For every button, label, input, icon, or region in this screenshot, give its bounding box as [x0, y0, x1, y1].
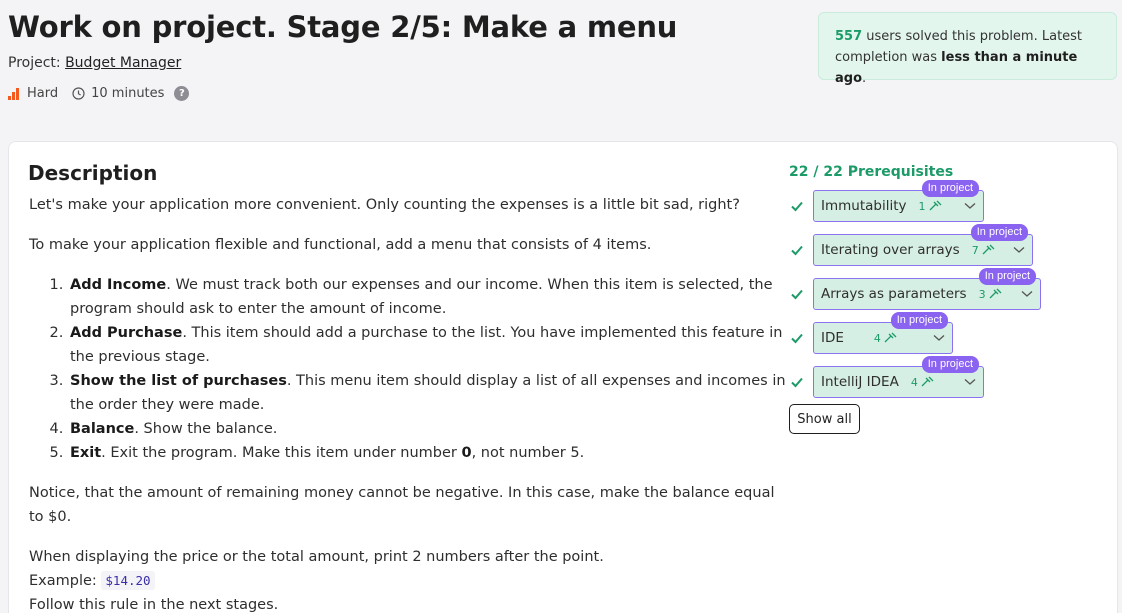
description-follow: Follow this rule in the next stages.: [29, 597, 279, 613]
prerequisite-name: Arrays as parameters: [821, 286, 967, 302]
difficulty-label: Hard: [27, 86, 59, 101]
hammer-icon: [884, 332, 897, 343]
help-icon[interactable]: ?: [174, 86, 190, 101]
prerequisite-item: In project Iterating over arrays 7: [789, 224, 1033, 266]
show-all-button[interactable]: Show all: [789, 404, 860, 434]
in-project-badge: In project: [978, 268, 1036, 285]
prerequisite-name: Immutability: [821, 198, 907, 214]
example-label: Example:: [29, 573, 102, 589]
item-bold: Add Purchase: [70, 325, 183, 341]
item-bold: Balance: [70, 421, 135, 437]
menu-items-list: Add Income. We must track both our expen…: [68, 273, 789, 465]
description-para: To make your application flexible and fu…: [29, 237, 652, 253]
prerequisite-chip[interactable]: In project IDE 4: [813, 312, 953, 354]
item-text: , not number 5.: [471, 445, 585, 461]
chevron-down-icon[interactable]: [964, 202, 976, 210]
level-indicator: 7: [972, 244, 995, 257]
meta-line: Hard 10 minutes ?: [8, 86, 190, 101]
prerequisite-item: In project IntelliJ IDEA 4: [789, 356, 984, 398]
duration-label: 10 minutes: [91, 86, 165, 101]
solved-count: 557: [835, 29, 863, 44]
level-indicator: 1: [919, 200, 942, 213]
prerequisite-item: In project IDE 4: [789, 312, 953, 354]
list-item: Add Purchase. This item should add a pur…: [68, 321, 789, 369]
level-value: 4: [910, 375, 918, 389]
prerequisite-chip[interactable]: In project Arrays as parameters 3: [813, 268, 1041, 310]
chevron-down-icon[interactable]: [1021, 290, 1033, 298]
description-title: Description: [28, 161, 158, 185]
prerequisite-chip[interactable]: In project IntelliJ IDEA 4: [813, 356, 984, 398]
description-intro: Let's make your application more conveni…: [29, 197, 740, 213]
project-prefix: Project:: [8, 55, 66, 71]
check-icon: [789, 242, 805, 258]
in-project-badge: In project: [921, 180, 979, 197]
solved-period: .: [862, 71, 867, 86]
hammer-icon: [982, 244, 995, 255]
level-value: 3: [978, 287, 986, 301]
level-indicator: 3: [979, 288, 1002, 301]
in-project-badge: In project: [970, 224, 1028, 241]
item-bold: Show the list of purchases: [70, 373, 287, 389]
item-text: . Show the balance.: [134, 421, 278, 437]
hammer-icon: [929, 200, 941, 211]
project-link[interactable]: Budget Manager: [65, 55, 181, 71]
list-item: Add Income. We must track both our expen…: [68, 273, 789, 321]
level-value: 1: [918, 199, 926, 213]
prerequisite-name: IntelliJ IDEA: [821, 374, 899, 390]
project-line: Project: Budget Manager: [8, 55, 181, 71]
item-text: . Exit the program. Make this item under…: [101, 445, 462, 461]
chevron-down-icon[interactable]: [964, 378, 976, 386]
solved-info-box: 557 users solved this problem. Latest co…: [818, 12, 1117, 86]
in-project-badge: In project: [890, 312, 948, 329]
clock-icon: [72, 87, 85, 100]
description-display: When displaying the price or the total a…: [29, 549, 604, 565]
prerequisite-item: In project Immutability 1: [789, 180, 984, 222]
prerequisite-name: Iterating over arrays: [821, 242, 960, 258]
difficulty-bars-icon: [8, 87, 19, 100]
prerequisite-name: IDE: [821, 330, 844, 346]
level-indicator: 4: [874, 332, 897, 345]
in-project-badge: In project: [921, 356, 979, 373]
example-code: $14.20: [101, 571, 155, 590]
list-item: Balance. Show the balance.: [68, 417, 789, 441]
check-icon: [789, 330, 805, 346]
prerequisites-header: 22 / 22 Prerequisites: [789, 164, 954, 180]
check-icon: [789, 286, 805, 302]
chevron-down-icon[interactable]: [933, 334, 945, 342]
level-value: 4: [873, 331, 881, 345]
hammer-icon: [921, 376, 934, 387]
prerequisite-item: In project Arrays as parameters 3: [789, 268, 1041, 310]
prerequisite-chip[interactable]: In project Iterating over arrays 7: [813, 224, 1033, 266]
list-item: Exit. Exit the program. Make this item u…: [68, 441, 789, 465]
item-text: . We must track both our expenses and ou…: [70, 277, 773, 317]
item-number: 0: [461, 445, 472, 461]
list-item: Show the list of purchases. This menu it…: [68, 369, 789, 417]
level-value: 7: [971, 243, 979, 257]
item-bold: Exit: [70, 445, 102, 461]
hammer-icon: [989, 288, 1002, 299]
check-icon: [789, 198, 805, 214]
page-title: Work on project. Stage 2/5: Make a menu: [8, 10, 678, 44]
description-body: Let's make your application more conveni…: [29, 193, 789, 613]
description-notice: Notice, that the amount of remaining mon…: [29, 485, 775, 525]
prerequisite-chip[interactable]: In project Immutability 1: [813, 180, 984, 222]
check-icon: [789, 374, 805, 390]
item-bold: Add Income: [70, 277, 167, 293]
description-example: Example: $14.20: [29, 569, 789, 593]
chevron-down-icon[interactable]: [1013, 246, 1025, 254]
level-indicator: 4: [911, 376, 934, 389]
